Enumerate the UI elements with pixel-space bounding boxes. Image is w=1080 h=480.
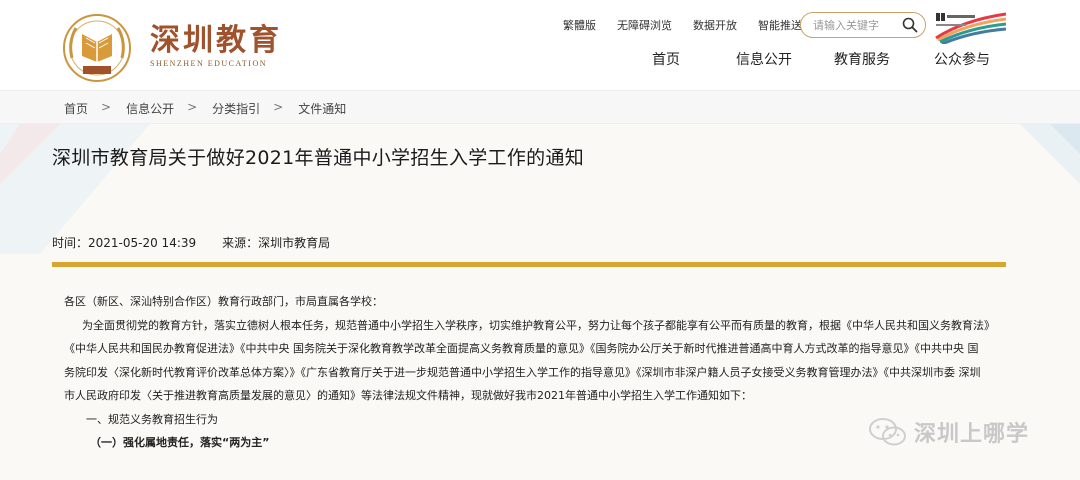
paragraph-line: 《中华人民共和国民办教育促进法》《中共中央 国务院关于深化教育教学改革全面提高义… (64, 342, 979, 355)
publish-time: 时间：2021-05-20 14:39 (52, 236, 197, 250)
nav-home[interactable]: 首页 (652, 51, 680, 69)
logo-subtitle: SHENZHEN EDUCATION (150, 59, 267, 68)
watermark-text: 深圳上哪学 (914, 422, 1030, 447)
breadcrumb-home[interactable]: 首页 (64, 100, 88, 117)
breadcrumb-separator: > (273, 100, 284, 114)
subsection-heading: （一）强化属地责任，落实“两为主” (90, 436, 270, 449)
wechat-icon (869, 418, 906, 446)
shenzhen-china-logo-icon[interactable] (934, 10, 1008, 44)
site-logo[interactable]: 深圳教育 SHENZHEN EDUCATION (150, 23, 282, 69)
breadcrumb-separator: > (101, 100, 112, 114)
breadcrumb-info-disclosure[interactable]: 信息公开 (126, 100, 174, 117)
salutation: 各区（新区、深汕特别合作区）教育行政部门，市局直属各学校： (64, 295, 383, 308)
search-box (800, 12, 926, 38)
traditional-chinese-link[interactable]: 繁體版 (563, 19, 596, 33)
breadcrumb-notices[interactable]: 文件通知 (298, 100, 346, 117)
paragraph-line: 务院印发〈深化新时代教育评价改革总体方案〉》《广东省教育厅关于进一步规范普通中小… (64, 365, 981, 379)
accessibility-link[interactable]: 无障碍浏览 (617, 19, 672, 33)
article-body: 各区（新区、深汕特别合作区）教育行政部门，市局直属各学校： 为全面贯彻党的教育方… (52, 290, 1006, 455)
smart-push-link[interactable]: 智能推送 (758, 19, 802, 33)
utility-links: 繁體版 无障碍浏览 数据开放 智能推送 (563, 19, 823, 33)
paragraph-line: 为全面贯彻党的教育方针，落实立德树人根本任务，规范普通中小学招生入学秩序，切实维… (82, 318, 995, 332)
education-emblem-icon[interactable] (58, 12, 136, 84)
breadcrumb-separator: > (187, 100, 198, 114)
nav-info-disclosure[interactable]: 信息公开 (736, 51, 792, 69)
nav-education-services[interactable]: 教育服务 (834, 51, 890, 69)
main-nav: 首页 信息公开 教育服务 公众参与 (652, 51, 990, 69)
article-source: 来源：深圳市教育局 (222, 236, 331, 250)
paragraph-line: 市人民政府印发〈关于推进教育高质量发展的意见〉的通知》等法律法规文件精神，现就做… (64, 389, 752, 402)
search-icon[interactable] (902, 17, 918, 33)
article-meta: 时间：2021-05-20 14:39 来源：深圳市教育局 (52, 234, 330, 251)
breadcrumb-bar: 首页 > 信息公开 > 分类指引 > 文件通知 (0, 90, 1080, 124)
breadcrumb: 首页 > 信息公开 > 分类指引 > 文件通知 (64, 100, 346, 117)
breadcrumb-category-guide[interactable]: 分类指引 (212, 100, 260, 117)
search-input[interactable] (813, 17, 901, 33)
nav-public-participation[interactable]: 公众参与 (934, 51, 990, 69)
logo-title: 深圳教育 (150, 23, 282, 58)
article-title: 深圳市教育局关于做好2021年普通中小学招生入学工作的通知 (52, 147, 585, 169)
site-header: 深圳教育 SHENZHEN EDUCATION 繁體版 无障碍浏览 数据开放 智… (0, 0, 1080, 90)
title-divider (52, 262, 1006, 267)
watermark: 深圳上哪学 (868, 416, 1029, 448)
section-heading: 一、规范义务教育招生行为 (86, 412, 218, 426)
open-data-link[interactable]: 数据开放 (693, 19, 737, 33)
